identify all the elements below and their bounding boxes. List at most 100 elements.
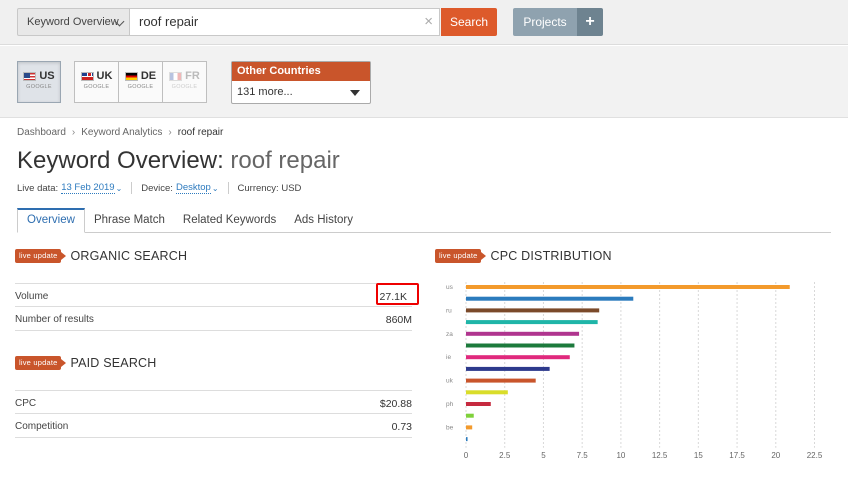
cpc-bar[interactable] [466,366,550,371]
live-update-badge: live update [15,356,68,370]
cpc-bar[interactable] [466,355,570,360]
results-label: Number of results [15,314,94,325]
x-tick-label: 20 [771,451,780,460]
device-selector[interactable]: Desktop [175,182,211,194]
database-us-button[interactable]: US GOOGLE [17,61,61,103]
chevron-down-icon: ⌄ [115,183,123,193]
table-row: Number of results 860M [15,307,412,331]
breadcrumb: Dashboard › Keyword Analytics › roof rep… [17,127,223,138]
page-title-keyword: roof repair [230,147,340,174]
organic-search-title: ORGANIC SEARCH [70,249,188,263]
live-data-label: Live data: [17,182,59,194]
cpc-bar[interactable] [466,320,598,325]
x-tick-label: 15 [694,451,703,460]
highlight-box [376,283,419,305]
search-button[interactable]: Search [441,8,497,36]
us-flag-icon [23,71,37,81]
db-engine: GOOGLE [83,84,110,90]
paid-search-heading: live update PAID SEARCH [15,356,157,370]
organic-search-heading: live update ORGANIC SEARCH [15,249,187,263]
cpc-bar[interactable] [466,308,600,313]
table-row: CPC $20.88 [15,390,412,414]
page-title-prefix: Keyword Overview: [17,147,224,174]
x-tick-label: 22.5 [807,451,823,460]
cpc-bar[interactable] [466,413,474,418]
category-label: ru [446,307,452,314]
x-tick-label: 7.5 [577,451,589,460]
db-code: DE [140,70,157,82]
db-engine: GOOGLE [26,84,52,90]
top-search-bar: Keyword Overview roof repair × Search Pr… [0,0,848,45]
tool-select-dropdown[interactable]: Keyword Overview [17,8,130,36]
live-data-date-selector[interactable]: 13 Feb 2019 [61,182,115,194]
cpc-label: CPC [15,398,37,409]
other-countries-label: Other Countries [232,62,370,81]
db-code: US [39,70,55,82]
category-label: uk [446,378,454,385]
breadcrumb-separator: › [168,127,172,138]
cpc-distribution-heading: live update CPC DISTRIBUTION [435,249,612,263]
tab-phrase-match[interactable]: Phrase Match [85,208,174,233]
results-value: 860M [385,314,412,326]
breadcrumb-keyword-analytics[interactable]: Keyword Analytics [81,127,162,138]
de-flag-icon [124,71,138,81]
cpc-bar[interactable] [466,402,491,406]
page-title: Keyword Overview: roof repair [17,147,340,175]
cpc-bar[interactable] [466,296,634,301]
database-uk-button[interactable]: UK GOOGLE [74,61,119,103]
uk-flag-icon [80,71,94,81]
cpc-bar[interactable] [466,285,790,289]
cpc-bar[interactable] [466,343,575,348]
category-label: be [446,424,454,431]
device-label: Device: [141,182,173,194]
live-update-badge: live update [15,249,68,263]
competition-label: Competition [15,421,69,432]
table-row: Competition 0.73 [15,414,412,438]
tab-overview[interactable]: Overview [17,208,85,233]
table-row: Volume 27.1K [15,283,412,307]
search-input-value: roof repair [139,14,199,29]
db-code: FR [185,70,200,82]
clear-icon[interactable]: × [424,9,433,35]
db-code: UK [96,70,113,82]
x-tick-label: 17.5 [729,451,745,460]
competition-value: 0.73 [391,421,412,433]
database-de-button[interactable]: DE GOOGLE [118,61,163,103]
cpc-value: $20.88 [379,398,412,410]
db-engine: GOOGLE [127,84,154,90]
cpc-bar[interactable] [466,378,536,383]
add-project-plus-icon[interactable]: + [577,8,603,36]
x-tick-label: 5 [541,451,546,460]
fr-flag-icon [169,71,183,81]
report-meta: Live data: 13 Feb 2019 ⌄ Device: Desktop ⌄… [17,182,301,194]
database-fr-button[interactable]: FR GOOGLE [162,61,207,103]
tool-select-value: Keyword Overview [27,16,119,28]
currency-text: Currency: USD [237,182,302,194]
projects-button[interactable]: Projects [513,8,577,36]
tab-ads-history[interactable]: Ads History [285,208,362,233]
caret-down-icon [350,90,360,96]
x-tick-label: 0 [464,451,469,460]
cpc-distribution-chart: 0 2.5 5 7.5 10 12.5 15 17.5 20 22.5 us ru za ie uk ph be [432,278,832,468]
chevron-down-icon: ⌄ [211,183,219,193]
cpc-bar[interactable] [466,331,580,336]
live-update-badge: live update [435,249,488,263]
other-countries-dropdown[interactable]: Other Countries 131 more... [231,61,371,104]
category-label: ph [446,401,454,408]
other-countries-value: 131 more... [237,86,293,98]
cpc-distribution-title: CPC DISTRIBUTION [490,249,612,263]
cpc-bar[interactable] [466,425,473,430]
cpc-bar[interactable] [466,390,508,395]
x-tick-label: 10 [616,451,625,460]
x-tick-label: 2.5 [499,451,511,460]
breadcrumb-dashboard[interactable]: Dashboard [17,127,66,138]
tab-related-keywords[interactable]: Related Keywords [174,208,285,233]
db-engine: GOOGLE [171,84,198,90]
cpc-bar[interactable] [466,437,468,442]
breadcrumb-separator: › [71,127,76,138]
cpc-chart-svg: 0 2.5 5 7.5 10 12.5 15 17.5 20 22.5 us ru za ie uk ph be [446,282,823,460]
breadcrumb-current: roof repair [177,127,224,138]
keyword-search-input[interactable]: roof repair × [130,8,440,36]
category-label: us [446,284,454,291]
x-tick-label: 12.5 [652,451,668,460]
